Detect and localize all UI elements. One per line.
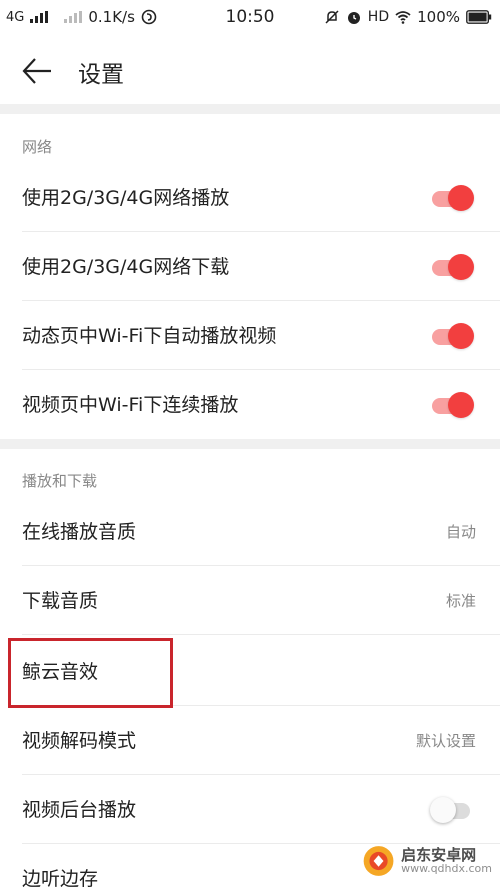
toggle-switch[interactable]: [430, 185, 474, 211]
settings-screen: 4G 0.1K/s 10:50 HD 100% 设置 网络 使用2G/3G/4G…: [0, 0, 500, 889]
section-label-playback-download: 播放和下载: [22, 472, 98, 490]
section-label-network: 网络: [22, 138, 53, 156]
watermark-logo-icon: [363, 846, 394, 876]
row-wifi-continuous-play[interactable]: 视频页中Wi-Fi下连续播放: [0, 370, 500, 439]
row-video-decode-mode[interactable]: 视频解码模式 默认设置: [0, 706, 500, 775]
status-bar: 4G 0.1K/s 10:50 HD 100%: [0, 0, 500, 36]
row-label: 在线播放音质: [22, 521, 137, 543]
toggle-switch[interactable]: [430, 254, 474, 280]
toggle-switch[interactable]: [430, 392, 474, 418]
row-label: 使用2G/3G/4G网络播放: [22, 187, 230, 209]
site-watermark: 启东安卓网 www.qdhdx.com: [362, 839, 492, 883]
row-video-background-play[interactable]: 视频后台播放: [0, 775, 500, 844]
page-title: 设置: [78, 62, 124, 88]
status-right: HD 100%: [324, 8, 492, 26]
row-value: 默认设置: [415, 732, 476, 750]
wifi-icon: [395, 11, 411, 24]
row-wifi-autoplay-feed-video[interactable]: 动态页中Wi-Fi下自动播放视频: [0, 301, 500, 370]
row-download-audio-quality[interactable]: 下载音质 标准: [0, 566, 500, 635]
alarm-clock-icon: [347, 12, 360, 24]
row-value: 自动: [445, 523, 476, 541]
toggle-switch[interactable]: [430, 323, 474, 349]
section-divider: [0, 439, 500, 449]
watermark-text: 启东安卓网 www.qdhdx.com: [401, 847, 492, 876]
mute-bell-icon: [325, 10, 339, 24]
row-label: 下载音质: [22, 590, 99, 612]
back-arrow-icon[interactable]: [20, 54, 54, 88]
row-label: 视频页中Wi-Fi下连续播放: [22, 394, 239, 416]
row-label: 视频解码模式: [22, 730, 137, 752]
toggle-switch[interactable]: [430, 797, 474, 823]
row-label: 边听边存: [22, 868, 99, 889]
battery-percent: 100%: [417, 8, 460, 26]
battery-icon: [466, 10, 492, 24]
row-online-audio-quality[interactable]: 在线播放音质 自动: [0, 497, 500, 566]
row-label: 使用2G/3G/4G网络下载: [22, 256, 230, 278]
row-mobile-network-download[interactable]: 使用2G/3G/4G网络下载: [0, 232, 500, 301]
row-value: 标准: [445, 592, 476, 610]
highlight-annotation-box: [8, 638, 173, 708]
watermark-url: www.qdhdx.com: [401, 862, 492, 876]
header-bar: 设置: [0, 36, 500, 104]
row-separator: [22, 634, 500, 635]
row-label: 视频后台播放: [22, 799, 137, 821]
row-mobile-network-play[interactable]: 使用2G/3G/4G网络播放: [0, 163, 500, 232]
watermark-title: 启东安卓网: [401, 845, 477, 864]
section-divider: [0, 104, 500, 114]
hd-indicator: HD: [367, 9, 390, 25]
row-label: 动态页中Wi-Fi下自动播放视频: [22, 325, 277, 347]
